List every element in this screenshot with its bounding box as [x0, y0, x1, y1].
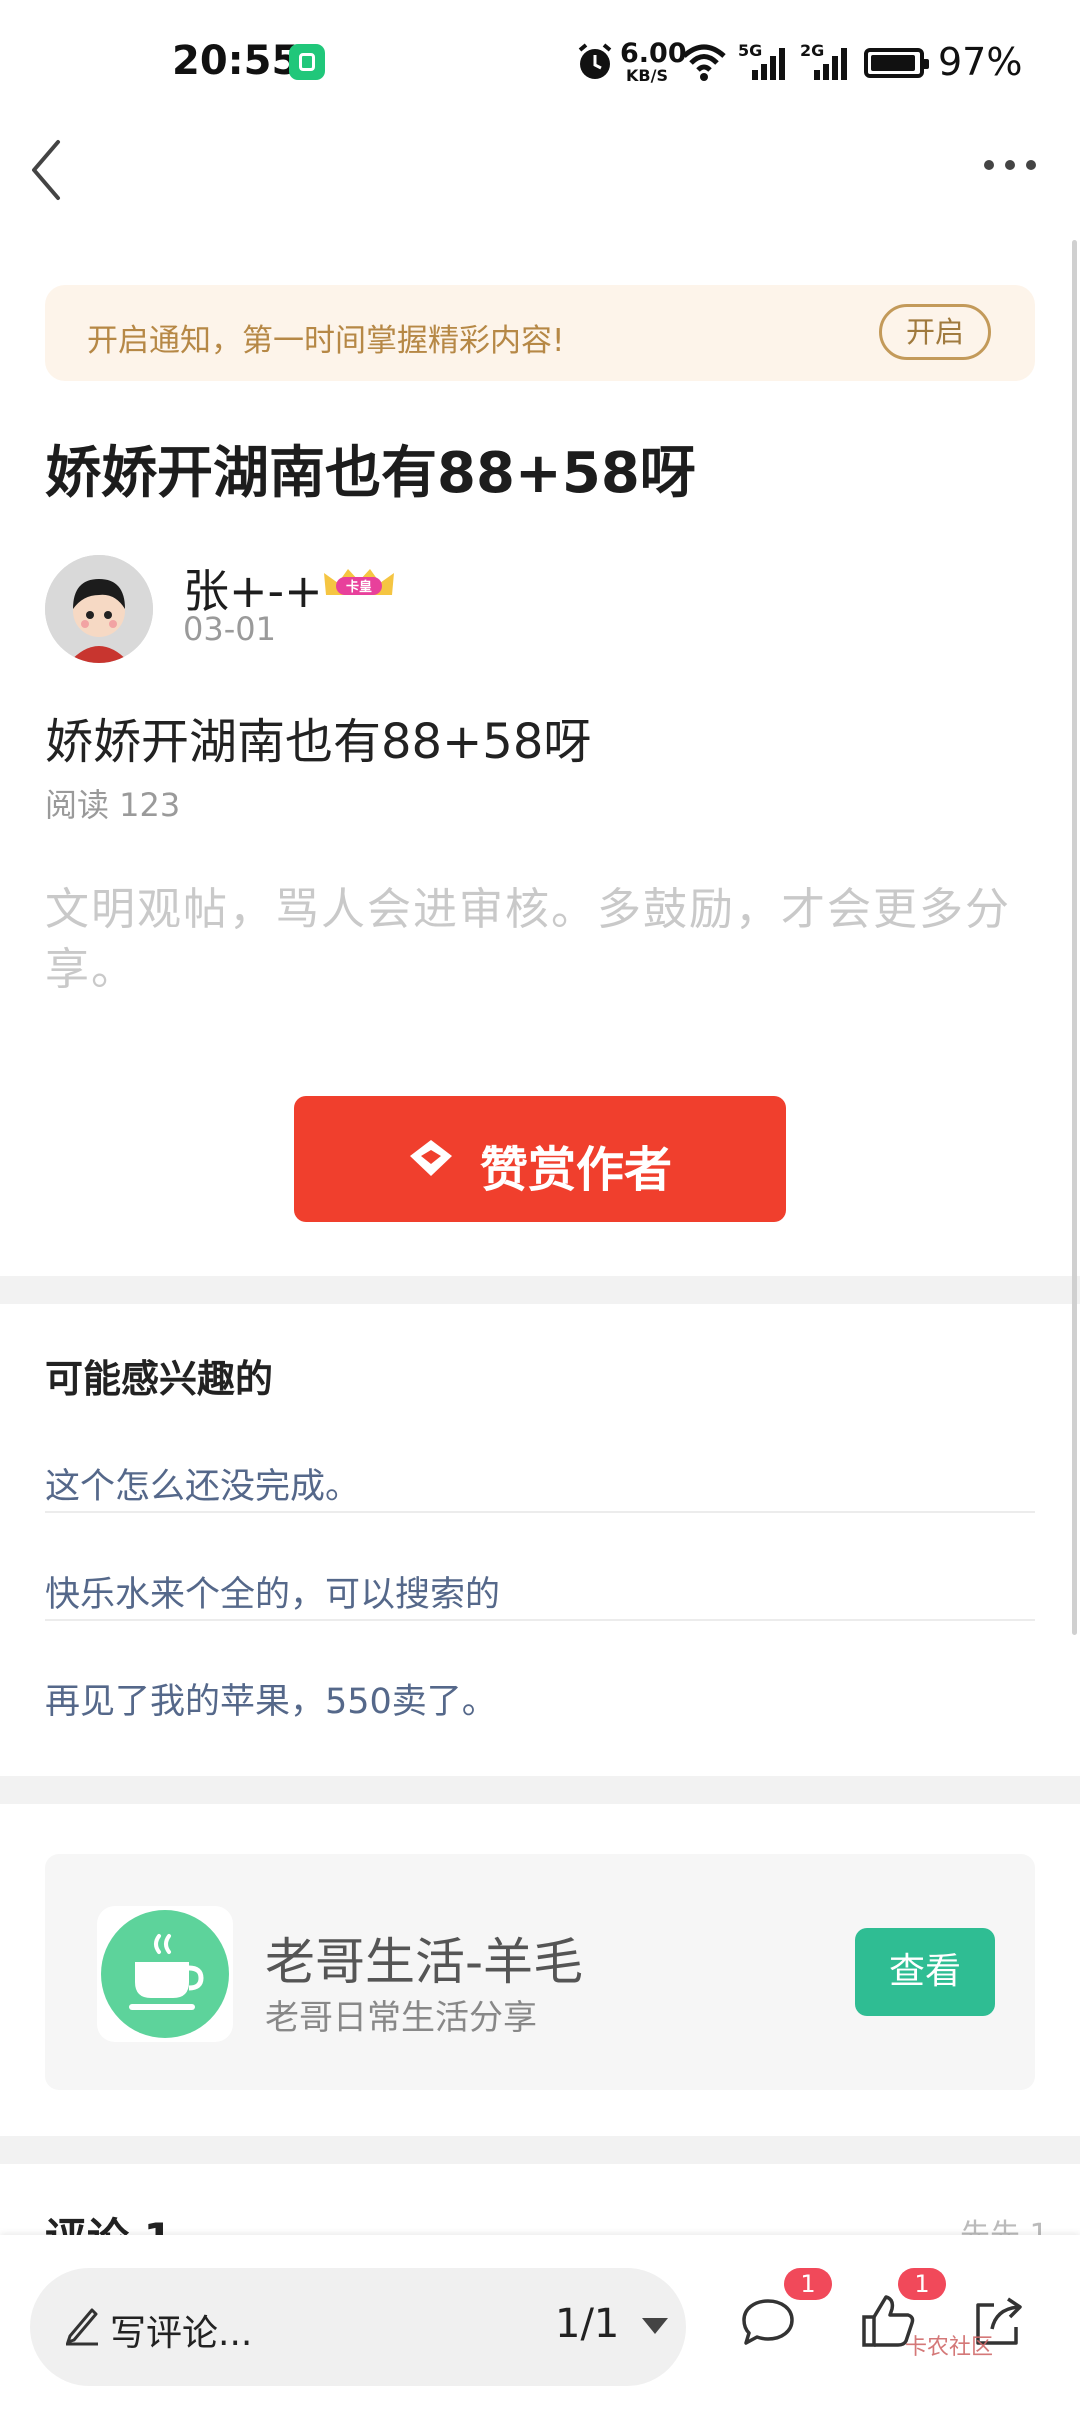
gem-icon [410, 1140, 452, 1176]
avatar-image [45, 555, 153, 663]
status-time: 20:55 [172, 38, 300, 84]
comment-icon[interactable] [738, 2293, 798, 2349]
comment-count-badge: 1 [784, 2268, 832, 2300]
badge-label: 卡皇 [346, 579, 372, 595]
recommend-title: 可能感兴趣的 [45, 1357, 274, 1401]
comment-placeholder: 写评论... [110, 2313, 253, 2354]
reward-label: 赞赏作者 [480, 1142, 673, 1198]
battery-level: 97% [938, 40, 1023, 84]
post-title: 娇娇开湖南也有88+58呀 [45, 441, 696, 506]
recommend-item-label: 这个怎么还没完成。 [45, 1467, 361, 1507]
section-divider [0, 2136, 1080, 2164]
channel-name: 老哥生活-羊毛 [265, 1933, 584, 1991]
caret-down-icon[interactable] [642, 2318, 668, 2334]
nav-bar [0, 120, 1080, 238]
status-bar: 20:55 6.00 KB/S 5G 2G 97% [0, 0, 1080, 120]
channel-description: 老哥日常生活分享 [265, 1998, 537, 2038]
alarm-icon [578, 43, 612, 79]
wifi-icon [682, 44, 726, 81]
scrollbar[interactable] [1072, 240, 1077, 1635]
section-divider [0, 1276, 1080, 1304]
page-indicator[interactable]: 1/1 [555, 2301, 619, 2347]
divider [45, 1511, 1035, 1513]
recommend-item[interactable]: 快乐水来个全的，可以搜索的 [45, 1538, 1035, 1645]
section-divider [0, 1776, 1080, 1804]
2g-signal-icon: 2G [800, 41, 847, 80]
civility-note: 文明观帖，骂人会进审核。多鼓励，才会更多分享。 [45, 884, 1011, 995]
crown-badge-icon: 卡皇 [324, 569, 394, 595]
read-count: 阅读 123 [45, 786, 181, 824]
back-button[interactable] [22, 130, 72, 210]
channel-card[interactable]: 老哥生活-羊毛 老哥日常生活分享 查看 [45, 1854, 1035, 2090]
avatar[interactable] [45, 555, 153, 663]
battery-icon [864, 48, 929, 78]
post-date: 03-01 [183, 610, 276, 648]
more-dots-icon [984, 160, 994, 170]
notification-text: 开启通知，第一时间掌握精彩内容! [87, 323, 565, 359]
channel-logo [97, 1906, 233, 2042]
reward-author-button[interactable]: 赞赏作者 [294, 1096, 786, 1222]
net-speed-unit: KB/S [626, 66, 668, 85]
recommend-item[interactable]: 再见了我的苹果，550卖了。 [45, 1645, 1035, 1752]
enable-notification-button[interactable]: 开启 [879, 304, 991, 360]
watermark: 卡农社区 [905, 2335, 994, 2360]
write-comment-input[interactable]: 写评论... 1/1 [30, 2268, 686, 2386]
5g-signal-icon: 5G [738, 41, 785, 80]
chevron-left-icon [32, 140, 60, 200]
svg-text:2G: 2G [800, 41, 824, 60]
divider [45, 1619, 1035, 1621]
pen-icon [66, 2308, 98, 2346]
like-count-badge: 1 [898, 2268, 946, 2300]
net-speed: 6.00 [620, 38, 687, 69]
post-body: 娇娇开湖南也有88+58呀 [45, 714, 592, 770]
recommend-item-label: 再见了我的苹果，550卖了。 [45, 1682, 497, 1722]
view-channel-button[interactable]: 查看 [855, 1928, 995, 2016]
bottom-bar: 写评论... 1/1 1 1 卡农社区 [0, 2235, 1080, 2412]
recommend-item-label: 快乐水来个全的，可以搜索的 [45, 1575, 501, 1615]
coffee-cup-icon [129, 1934, 204, 2010]
more-button[interactable] [980, 145, 1040, 185]
notification-banner: 开启通知，第一时间掌握精彩内容! 开启 [45, 285, 1035, 381]
recommend-item[interactable]: 这个怎么还没完成。 [45, 1430, 1035, 1537]
svg-text:5G: 5G [738, 41, 762, 60]
app-notification-icon [289, 44, 325, 80]
